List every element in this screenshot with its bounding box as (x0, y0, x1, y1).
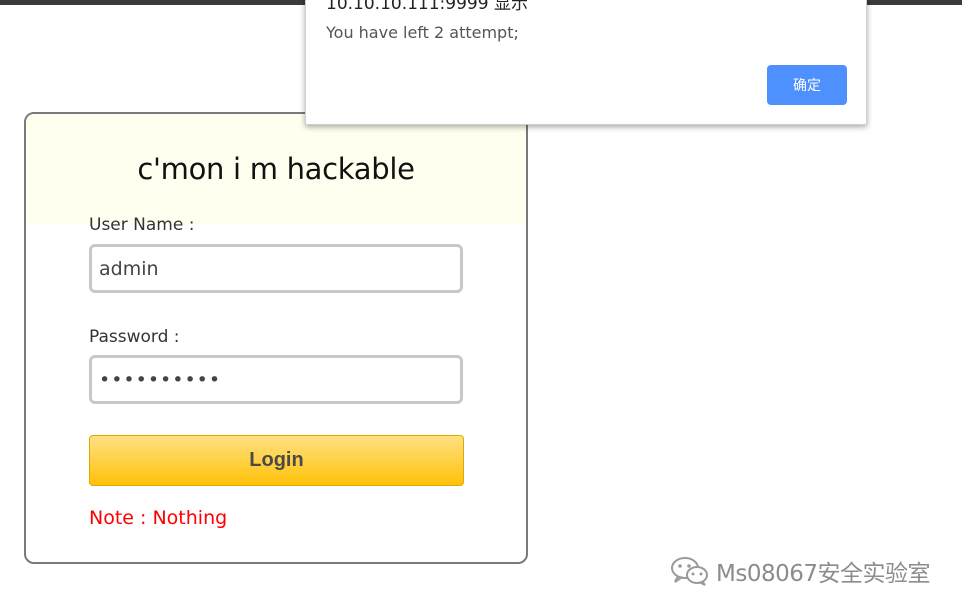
login-button[interactable]: Login (89, 435, 464, 486)
watermark: Ms08067安全实验室 (670, 553, 931, 589)
page-title: c'mon i m hackable (137, 152, 415, 186)
password-label: Password : (89, 327, 180, 347)
username-input[interactable] (89, 244, 463, 293)
username-label: User Name : (89, 215, 195, 235)
alert-title: 10.10.10.111:9999 显示 (326, 0, 528, 14)
alert-dialog: 10.10.10.111:9999 显示 You have left 2 att… (305, 0, 867, 125)
login-card: c'mon i m hackable User Name : Password … (24, 112, 528, 564)
password-input[interactable] (89, 355, 463, 404)
wechat-icon (671, 557, 708, 586)
watermark-text: Ms08067安全实验室 (716, 561, 931, 587)
alert-message: You have left 2 attempt; (326, 23, 519, 42)
note-text: Note : Nothing (89, 507, 228, 529)
alert-ok-button[interactable]: 确定 (767, 65, 847, 105)
